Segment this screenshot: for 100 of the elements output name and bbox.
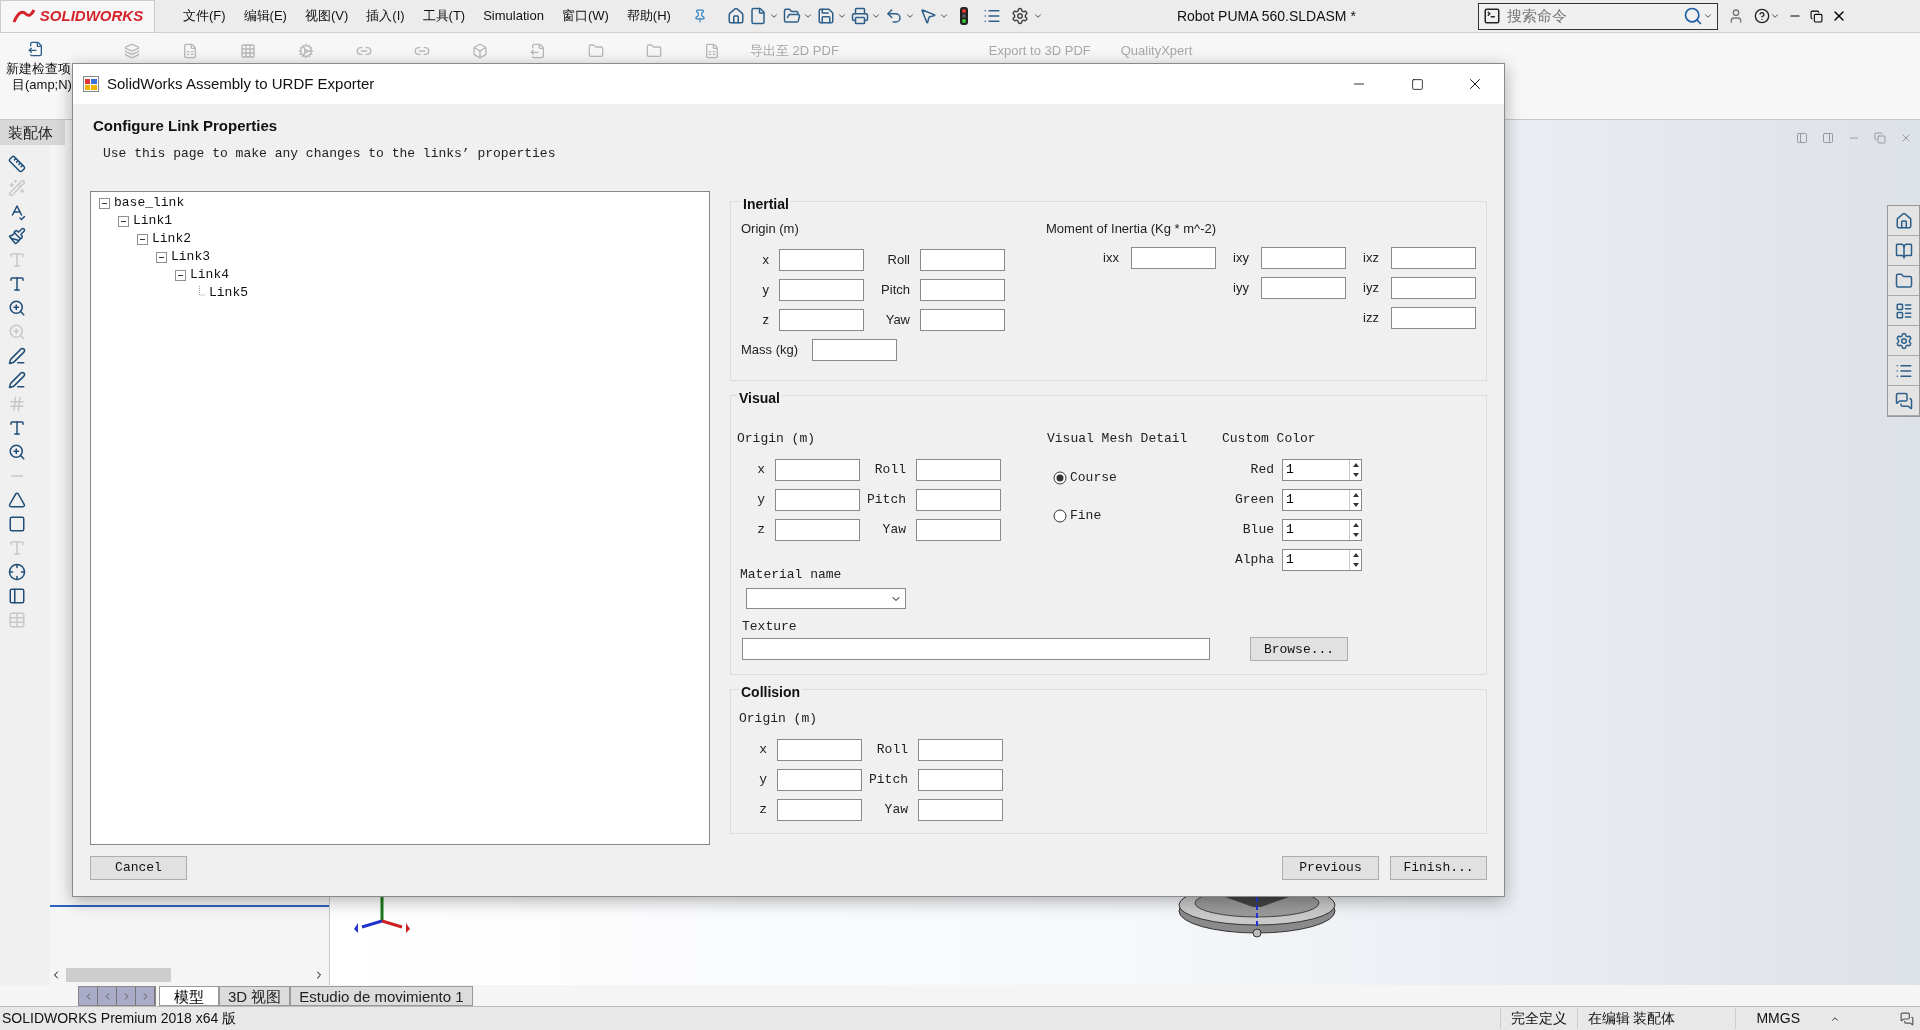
layout-icon[interactable] xyxy=(1894,301,1913,320)
box-icon[interactable] xyxy=(472,43,488,59)
input-field[interactable] xyxy=(916,458,1001,481)
text-icon[interactable] xyxy=(8,419,26,437)
print-icon[interactable] xyxy=(850,7,869,25)
sheet-icon[interactable] xyxy=(704,43,720,59)
zoom-icon[interactable] xyxy=(8,443,26,461)
caret-icon[interactable] xyxy=(1032,11,1043,21)
input-field[interactable] xyxy=(916,518,1001,541)
tab[interactable]: Estudio de movimiento 1 xyxy=(290,986,473,1006)
list-icon[interactable] xyxy=(982,7,1001,25)
input-field[interactable] xyxy=(777,798,862,821)
collapse-icon[interactable] xyxy=(99,197,110,209)
input-field[interactable] xyxy=(1391,276,1476,299)
new-file-icon[interactable] xyxy=(748,7,767,25)
caret-icon[interactable] xyxy=(870,11,881,21)
menu-item[interactable]: 帮助(H) xyxy=(626,6,671,26)
tree-item[interactable]: base_link xyxy=(114,193,185,213)
input-field[interactable] xyxy=(777,768,862,791)
caret-icon[interactable] xyxy=(904,11,915,21)
input-field[interactable] xyxy=(918,738,1003,761)
input-field[interactable] xyxy=(1391,306,1476,329)
spin-box[interactable]: 1 xyxy=(1282,518,1362,541)
collapse-icon[interactable] xyxy=(156,251,167,263)
text-icon[interactable] xyxy=(8,275,26,293)
paintbrush-icon[interactable] xyxy=(8,227,26,245)
dialog-button[interactable]: Browse... xyxy=(1250,637,1348,662)
input-field[interactable] xyxy=(920,248,1005,271)
menu-item[interactable]: 工具(T) xyxy=(422,6,466,26)
zoom-icon[interactable] xyxy=(8,299,26,317)
input-field[interactable] xyxy=(920,278,1005,301)
input-field[interactable] xyxy=(775,488,860,511)
tab[interactable]: 装配体 xyxy=(0,120,65,145)
help-icon[interactable] xyxy=(1753,8,1770,24)
input-field[interactable] xyxy=(779,308,864,331)
caret-icon[interactable] xyxy=(938,11,949,21)
search-bar[interactable]: 搜索命令 xyxy=(1477,2,1718,30)
tab[interactable]: 模型 xyxy=(159,986,219,1006)
dialog-button[interactable]: Previous xyxy=(1282,856,1379,880)
spin-box[interactable]: 1 xyxy=(1282,488,1362,511)
home-icon[interactable] xyxy=(726,7,745,25)
pen-icon[interactable] xyxy=(8,347,26,365)
input-field[interactable] xyxy=(1391,246,1476,269)
triangle-icon[interactable] xyxy=(8,491,26,509)
undo-icon[interactable] xyxy=(884,7,903,25)
pin-icon[interactable] xyxy=(692,9,707,23)
dialog-button[interactable]: Cancel xyxy=(90,856,187,880)
square-icon[interactable] xyxy=(8,515,26,533)
maximize-icon[interactable] xyxy=(1410,77,1424,91)
save-icon[interactable] xyxy=(816,7,835,25)
caret-icon[interactable] xyxy=(768,11,779,21)
caret-icon[interactable] xyxy=(1769,11,1780,21)
settings-icon[interactable] xyxy=(1010,7,1029,25)
radio-button[interactable] xyxy=(1053,470,1067,485)
folder-icon[interactable] xyxy=(1894,271,1913,290)
search-field[interactable]: 搜索命令 xyxy=(1506,4,1683,28)
input-field[interactable] xyxy=(812,338,898,361)
input-field[interactable] xyxy=(775,518,860,541)
export-icon[interactable] xyxy=(530,43,546,59)
input-field[interactable] xyxy=(777,738,862,761)
input-field[interactable] xyxy=(1261,246,1346,269)
input-field[interactable] xyxy=(742,637,1210,660)
new-check-icon[interactable] xyxy=(28,41,44,57)
collapse-icon[interactable] xyxy=(137,233,148,245)
tree-item[interactable]: Link1 xyxy=(133,211,172,231)
spin-box[interactable]: 1 xyxy=(1282,458,1362,481)
input-field[interactable] xyxy=(779,248,864,271)
tree-item[interactable]: Link3 xyxy=(171,247,210,267)
collapse-icon[interactable] xyxy=(175,269,186,281)
spin-box[interactable]: 1 xyxy=(1282,548,1362,571)
menu-item[interactable]: 编辑(E) xyxy=(243,6,287,26)
pointer-icon[interactable] xyxy=(918,7,937,25)
pen-icon[interactable] xyxy=(8,371,26,389)
book-icon[interactable] xyxy=(1894,241,1913,260)
tab[interactable]: 3D 视图 xyxy=(219,986,291,1006)
collapse-icon[interactable] xyxy=(118,215,129,227)
ruler-icon[interactable] xyxy=(8,155,26,173)
menu-item[interactable]: Simulation xyxy=(483,6,544,26)
dialog-button[interactable]: Finish... xyxy=(1390,856,1487,880)
traffic-light-icon[interactable] xyxy=(958,6,969,26)
crosshair-icon[interactable] xyxy=(8,563,26,581)
menu-item[interactable]: 视图(V) xyxy=(304,6,349,26)
tree-item[interactable]: Link2 xyxy=(152,229,191,249)
chat-icon[interactable] xyxy=(1894,391,1913,410)
command-label[interactable]: 目(amp;N) xyxy=(0,77,72,93)
tree-item[interactable]: Link4 xyxy=(190,265,229,285)
menu-item[interactable]: 文件(F) xyxy=(183,6,226,26)
input-field[interactable] xyxy=(779,278,864,301)
caret-icon[interactable] xyxy=(1702,11,1713,21)
folder-icon[interactable] xyxy=(782,7,801,25)
dropdown[interactable] xyxy=(746,588,906,609)
panel-icon[interactable] xyxy=(8,587,26,605)
input-field[interactable] xyxy=(1131,246,1216,269)
menu-item[interactable]: 插入(I) xyxy=(366,6,405,26)
input-field[interactable] xyxy=(916,488,1001,511)
caret-icon[interactable] xyxy=(802,11,813,21)
home-icon[interactable] xyxy=(1894,211,1913,230)
radio-button[interactable] xyxy=(1053,508,1067,523)
input-field[interactable] xyxy=(775,458,860,481)
tree-item[interactable]: Link5 xyxy=(209,283,248,303)
